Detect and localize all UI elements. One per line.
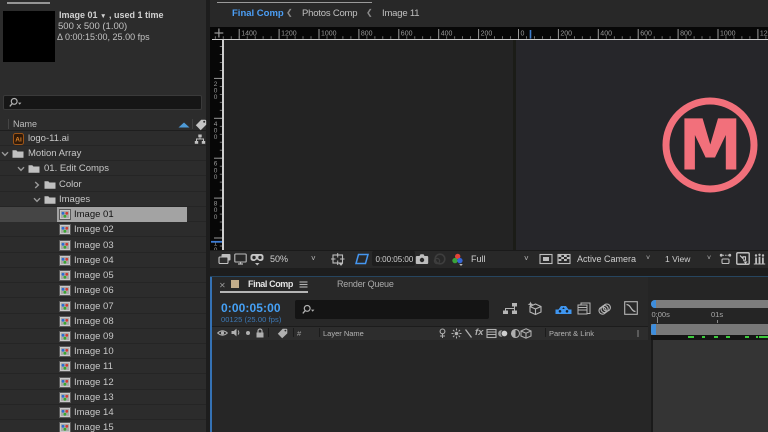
svg-text:1200: 1200	[281, 31, 297, 38]
svg-text:400: 400	[441, 31, 453, 38]
svg-text:0: 0	[214, 94, 218, 101]
svg-text:1000: 1000	[321, 31, 337, 38]
svg-text:0: 0	[214, 174, 218, 181]
svg-text:600: 600	[640, 31, 652, 38]
svg-text:0: 0	[214, 214, 218, 221]
svg-text:Ai: Ai	[15, 137, 22, 144]
svg-text:400: 400	[600, 31, 612, 38]
svg-text:600: 600	[401, 31, 413, 38]
svg-text:800: 800	[361, 31, 373, 38]
svg-text:0: 0	[214, 134, 218, 141]
svg-text:1000: 1000	[720, 31, 736, 38]
svg-text:200: 200	[481, 31, 493, 38]
svg-text:0: 0	[521, 31, 525, 38]
svg-text:1400: 1400	[241, 31, 257, 38]
svg-text:1200: 1200	[760, 31, 768, 38]
svg-text:200: 200	[560, 31, 572, 38]
svg-text:800: 800	[680, 31, 692, 38]
